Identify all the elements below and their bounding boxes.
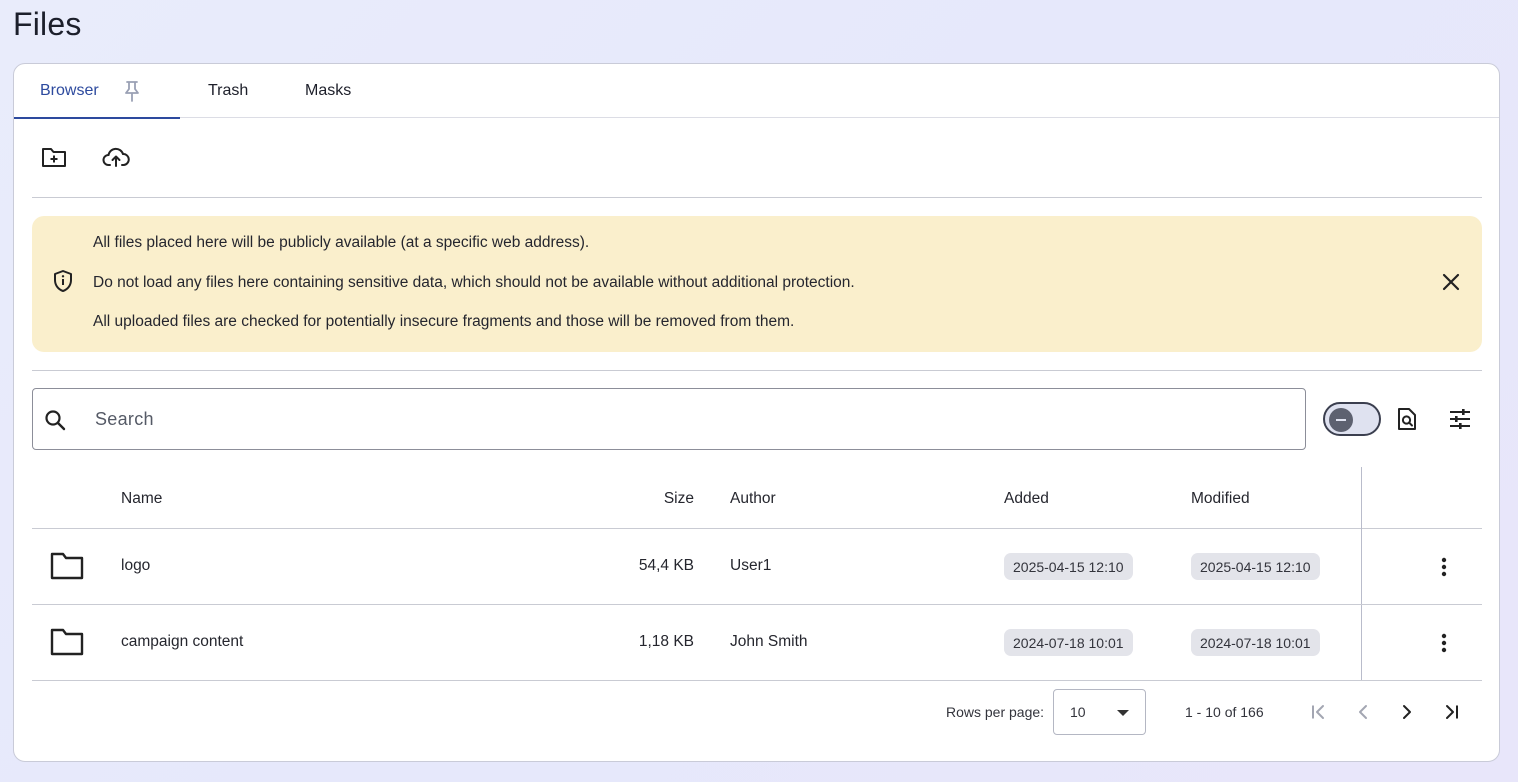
chevron-left-icon: [1359, 705, 1367, 719]
row-size: 54,4 KB: [638, 557, 694, 574]
table-header: Name Size Author Added Modified: [32, 468, 1482, 529]
row-menu-button[interactable]: [1426, 625, 1462, 661]
toolbar-divider: [32, 197, 1482, 198]
tune-icon: [1450, 409, 1470, 429]
tab-trash[interactable]: Trash: [208, 64, 248, 118]
column-header-added[interactable]: Added: [1004, 490, 1049, 508]
more-vertical-icon: [1441, 633, 1447, 653]
shield-info-icon: [54, 270, 72, 292]
row-name[interactable]: logo: [121, 557, 150, 575]
folder-icon: [50, 628, 84, 656]
row-modified-chip: 2025-04-15 12:10: [1191, 553, 1320, 580]
folder-plus-icon: [42, 148, 66, 167]
row-name[interactable]: campaign content: [121, 633, 243, 651]
row-added-chip: 2025-04-15 12:10: [1004, 553, 1133, 580]
banner-line-2: Do not load any files here containing se…: [93, 274, 855, 291]
previous-page-button[interactable]: [1345, 694, 1381, 730]
banner-line-1: All files placed here will be publicly a…: [93, 234, 590, 251]
new-folder-button[interactable]: [36, 139, 72, 175]
banner-line-3: All uploaded files are checked for poten…: [93, 313, 795, 330]
banner-divider: [32, 370, 1482, 371]
pin-icon[interactable]: [122, 80, 142, 102]
tab-masks[interactable]: Masks: [305, 64, 351, 118]
column-header-name[interactable]: Name: [121, 490, 162, 508]
close-icon: [1442, 273, 1460, 291]
tab-browser[interactable]: Browser: [14, 64, 180, 119]
toggle-knob-minus-icon: [1329, 408, 1353, 432]
first-page-button[interactable]: [1301, 694, 1337, 730]
tab-browser-label: Browser: [40, 82, 99, 99]
row-menu-button[interactable]: [1426, 549, 1462, 585]
table-row[interactable]: logo 54,4 KB User1 2025-04-15 12:10 2025…: [32, 529, 1482, 605]
more-vertical-icon: [1441, 557, 1447, 577]
table-row[interactable]: campaign content 1,18 KB John Smith 2024…: [32, 605, 1482, 681]
caret-down-icon: [1117, 710, 1129, 716]
rows-per-page-value: 10: [1070, 704, 1086, 720]
row-size: 1,18 KB: [638, 633, 694, 650]
column-header-size[interactable]: Size: [664, 490, 694, 508]
rows-per-page-select[interactable]: 10: [1053, 689, 1146, 735]
column-header-modified[interactable]: Modified: [1191, 490, 1250, 508]
row-author: John Smith: [730, 633, 808, 650]
last-page-icon: [1446, 705, 1458, 719]
row-modified-chip: 2024-07-18 10:01: [1191, 629, 1320, 656]
column-header-author[interactable]: Author: [730, 490, 776, 508]
files-card: Browser Trash Masks All files placed her…: [13, 63, 1500, 762]
content-search-button[interactable]: [1389, 401, 1425, 437]
row-added-chip: 2024-07-18 10:01: [1004, 629, 1133, 656]
banner-close-button[interactable]: [1437, 268, 1465, 296]
search-icon: [45, 410, 66, 431]
page-title: Files: [13, 6, 82, 42]
search-field[interactable]: [32, 388, 1306, 450]
row-author: User1: [730, 557, 772, 574]
cloud-upload-icon: [102, 147, 130, 167]
active-tab-indicator: [14, 117, 180, 119]
rows-per-page-label: Rows per page:: [946, 704, 1045, 720]
file-search-icon: [1398, 408, 1416, 430]
folder-icon: [50, 552, 84, 580]
filter-settings-button[interactable]: [1442, 401, 1478, 437]
chevron-right-icon: [1403, 705, 1411, 719]
filter-toggle[interactable]: [1323, 402, 1381, 436]
upload-button[interactable]: [98, 139, 134, 175]
pagination-range: 1 - 10 of 166: [1185, 704, 1264, 720]
search-input[interactable]: [95, 389, 1275, 449]
tab-bar: Browser Trash Masks: [14, 64, 1499, 119]
public-files-banner: All files placed here will be publicly a…: [32, 216, 1482, 352]
last-page-button[interactable]: [1433, 694, 1469, 730]
next-page-button[interactable]: [1389, 694, 1425, 730]
first-page-icon: [1312, 705, 1324, 719]
